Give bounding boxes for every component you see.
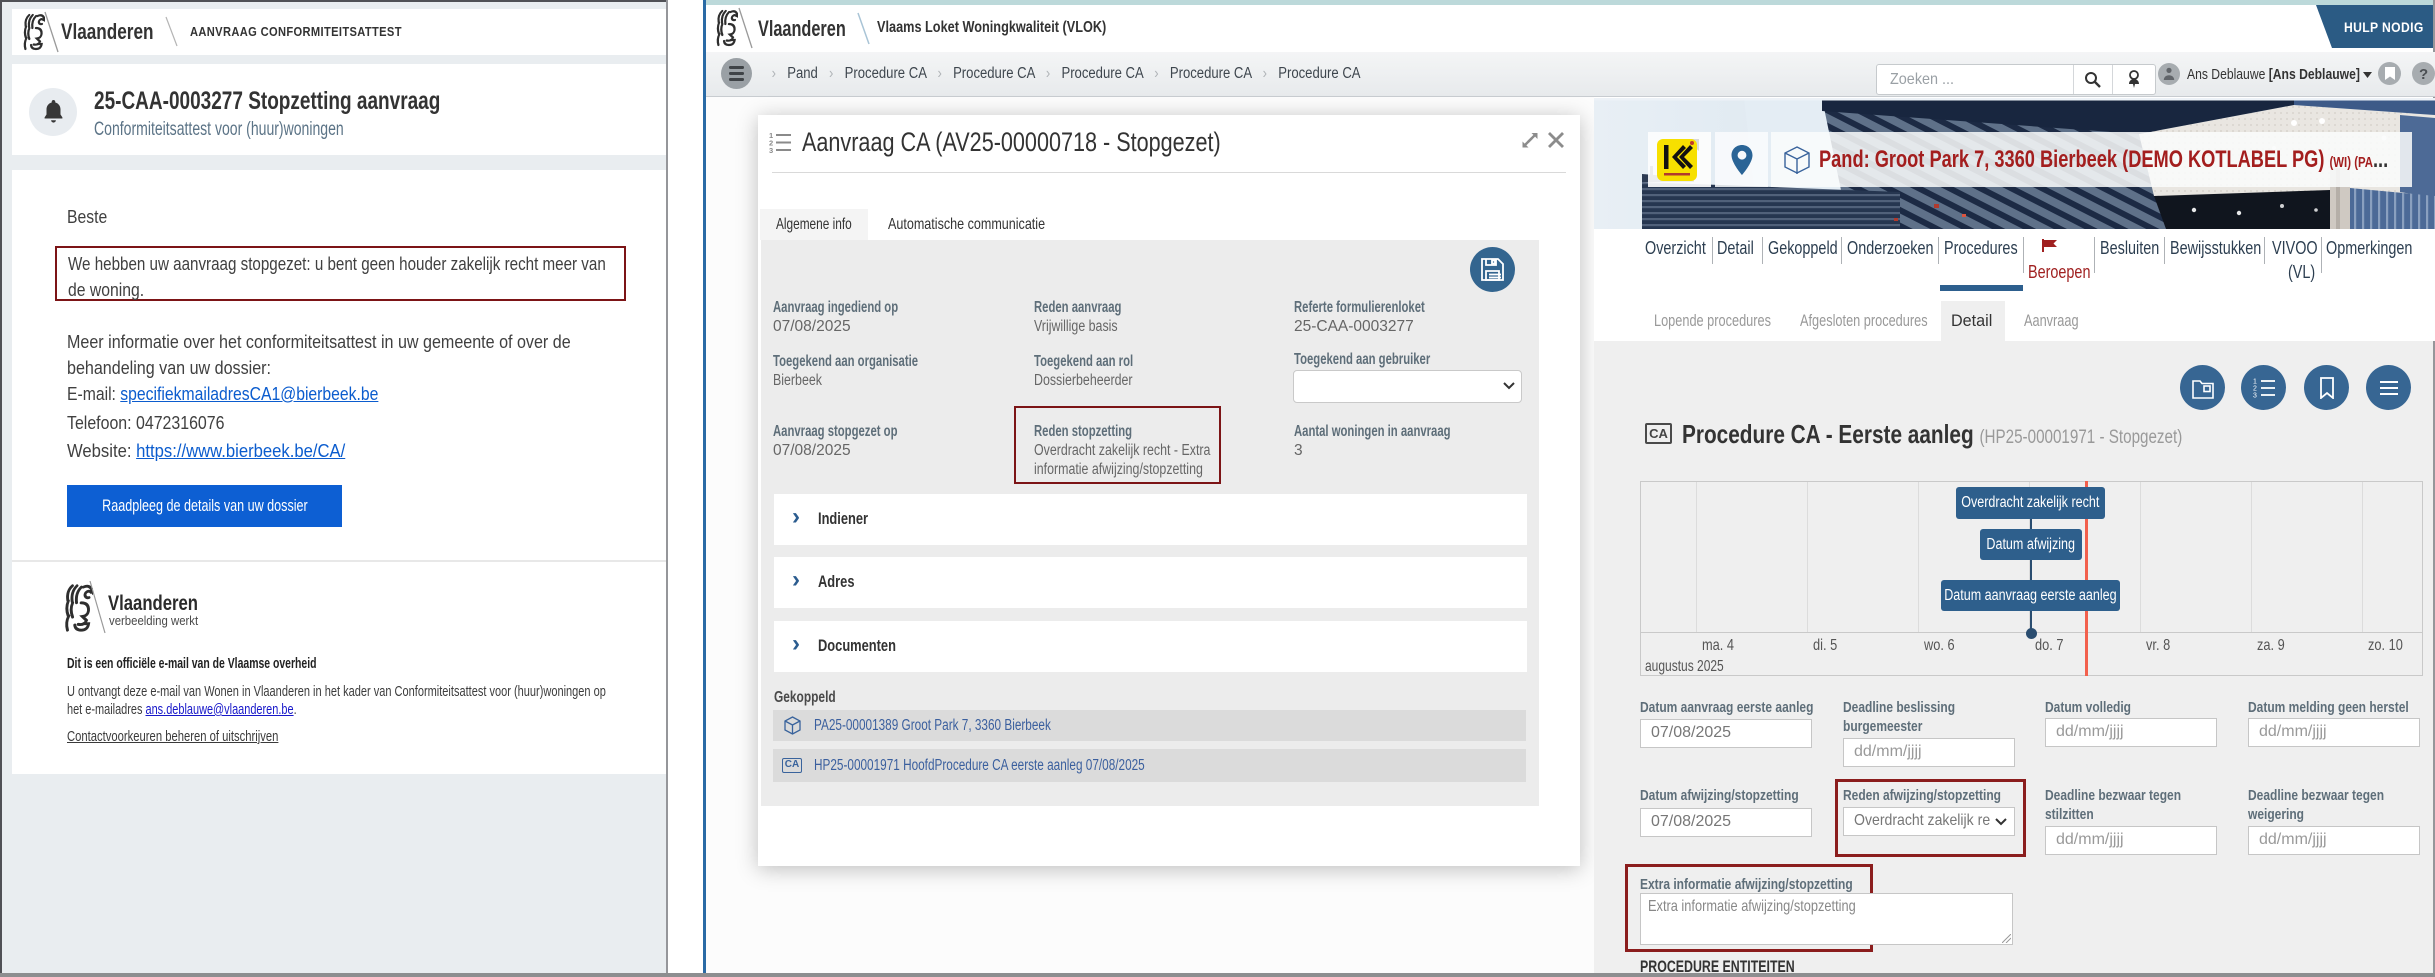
svg-text:3: 3	[769, 146, 773, 153]
svg-text:1: 1	[2253, 378, 2257, 385]
svg-text:2: 2	[2253, 385, 2257, 392]
svg-text:3: 3	[2253, 392, 2257, 399]
